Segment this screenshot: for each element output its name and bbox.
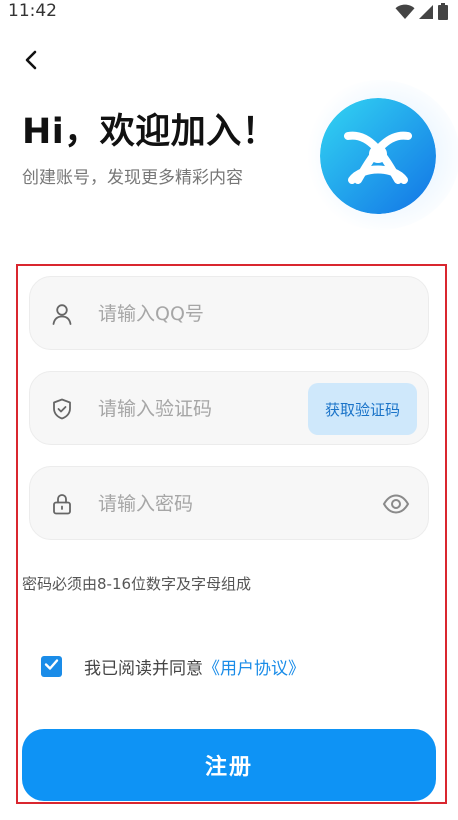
chevron-left-icon	[22, 50, 42, 74]
verification-code-field[interactable]: 获取验证码	[29, 371, 429, 445]
page-title: Hi，欢迎加入！	[22, 112, 278, 152]
lock-icon	[50, 492, 74, 516]
app-logo-icon	[320, 98, 436, 214]
password-hint: 密码必须由8-16位数字及字母组成	[22, 575, 252, 593]
password-field[interactable]	[29, 466, 429, 540]
status-bar: 11:42	[0, 0, 458, 24]
checkmark-icon	[44, 657, 59, 676]
agreement-row: 我已阅读并同意 《用户协议》	[41, 654, 305, 679]
qq-input[interactable]	[98, 297, 398, 331]
agree-text: 我已阅读并同意	[84, 659, 203, 679]
back-button[interactable]	[16, 46, 48, 78]
get-code-button[interactable]: 获取验证码	[308, 383, 417, 435]
battery-icon	[438, 3, 448, 24]
shield-check-icon	[50, 397, 74, 421]
qq-field[interactable]	[29, 276, 429, 350]
page-subtitle: 创建账号，发现更多精彩内容	[22, 168, 243, 188]
user-icon	[50, 302, 74, 326]
wifi-icon	[395, 4, 415, 24]
status-icons	[395, 3, 448, 24]
register-button[interactable]: 注册	[22, 729, 436, 801]
password-input[interactable]	[98, 487, 338, 521]
signal-icon	[419, 4, 434, 24]
user-agreement-link[interactable]: 《用户协议》	[203, 654, 305, 679]
agree-checkbox[interactable]	[41, 656, 62, 677]
eye-icon[interactable]	[382, 491, 410, 517]
verification-code-input[interactable]	[98, 392, 298, 426]
status-time: 11:42	[8, 1, 57, 21]
